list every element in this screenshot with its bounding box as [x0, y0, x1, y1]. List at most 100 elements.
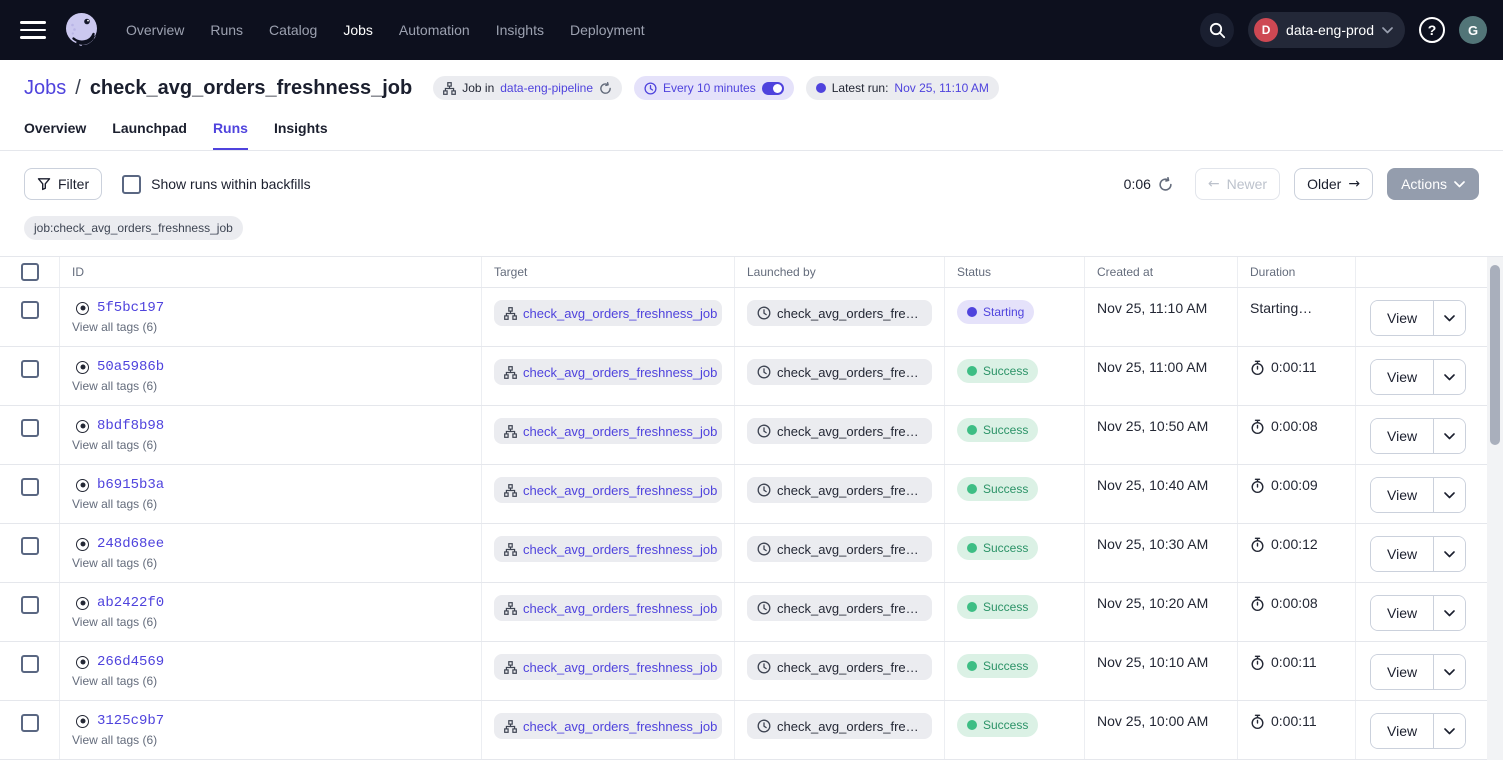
- tab-overview[interactable]: Overview: [24, 120, 86, 150]
- view-button[interactable]: View: [1371, 478, 1433, 512]
- row-checkbox[interactable]: [21, 714, 39, 732]
- run-id-link[interactable]: 266d4569: [97, 654, 164, 670]
- target-pill[interactable]: check_avg_orders_freshness_job: [494, 654, 722, 680]
- target-pill[interactable]: check_avg_orders_freshness_job: [494, 713, 722, 739]
- view-dropdown-button[interactable]: [1433, 478, 1465, 512]
- vertical-scrollbar[interactable]: [1487, 257, 1503, 760]
- view-dropdown-button[interactable]: [1433, 655, 1465, 689]
- duration-value: 0:00:09: [1271, 477, 1318, 493]
- view-dropdown-button[interactable]: [1433, 537, 1465, 571]
- row-checkbox[interactable]: [21, 301, 39, 319]
- target-pill[interactable]: check_avg_orders_freshness_job: [494, 359, 722, 385]
- tab-runs[interactable]: Runs: [213, 120, 248, 150]
- view-all-tags-link[interactable]: View all tags (6): [72, 674, 469, 688]
- view-all-tags-link[interactable]: View all tags (6): [72, 497, 469, 511]
- view-button[interactable]: View: [1371, 537, 1433, 571]
- tab-insights[interactable]: Insights: [274, 120, 328, 150]
- workspace-switcher[interactable]: D data-eng-prod: [1248, 12, 1405, 48]
- row-checkbox[interactable]: [21, 478, 39, 496]
- run-id-link[interactable]: 50a5986b: [97, 359, 164, 375]
- row-checkbox[interactable]: [21, 655, 39, 673]
- duration-cell: 0:00:09: [1238, 465, 1356, 523]
- view-all-tags-link[interactable]: View all tags (6): [72, 379, 469, 393]
- launched-by-pill[interactable]: check_avg_orders_freshn…: [747, 477, 932, 503]
- view-button[interactable]: View: [1371, 301, 1433, 335]
- run-id-link[interactable]: b6915b3a: [97, 477, 164, 493]
- view-dropdown-button[interactable]: [1433, 596, 1465, 630]
- launched-by-pill[interactable]: check_avg_orders_freshn…: [747, 418, 932, 444]
- newer-button[interactable]: ← Newer: [1195, 168, 1280, 200]
- run-id-link[interactable]: 8bdf8b98: [97, 418, 164, 434]
- launched-by-pill[interactable]: check_avg_orders_freshn…: [747, 595, 932, 621]
- launched-by-pill[interactable]: check_avg_orders_freshn…: [747, 654, 932, 680]
- view-button[interactable]: View: [1371, 596, 1433, 630]
- view-button[interactable]: View: [1371, 419, 1433, 453]
- search-button[interactable]: [1200, 13, 1234, 47]
- status-dot: [967, 720, 977, 730]
- breadcrumb-jobs-link[interactable]: Jobs: [24, 77, 66, 100]
- job-filter-tag[interactable]: job:check_avg_orders_freshness_job: [24, 216, 243, 240]
- view-button[interactable]: View: [1371, 655, 1433, 689]
- target-pill[interactable]: check_avg_orders_freshness_job: [494, 536, 722, 562]
- toolbar-right: 0:06 ← Newer Older → Actions: [1124, 168, 1479, 200]
- column-header-actions: [1356, 257, 1487, 287]
- view-button[interactable]: View: [1371, 360, 1433, 394]
- target-pill[interactable]: check_avg_orders_freshness_job: [494, 477, 722, 503]
- view-button[interactable]: View: [1371, 714, 1433, 748]
- view-all-tags-link[interactable]: View all tags (6): [72, 733, 469, 747]
- launched-by-pill[interactable]: check_avg_orders_freshn…: [747, 536, 932, 562]
- target-pill[interactable]: check_avg_orders_freshness_job: [494, 300, 722, 326]
- hamburger-menu-icon[interactable]: [20, 21, 48, 39]
- older-button[interactable]: Older →: [1294, 168, 1373, 200]
- view-dropdown-button[interactable]: [1433, 419, 1465, 453]
- target-pill[interactable]: check_avg_orders_freshness_job: [494, 418, 722, 444]
- nav-item-jobs[interactable]: Jobs: [343, 22, 373, 38]
- nav-item-deployment[interactable]: Deployment: [570, 22, 645, 38]
- nav-item-insights[interactable]: Insights: [496, 22, 544, 38]
- stopwatch-icon: [1250, 478, 1265, 494]
- nav-item-automation[interactable]: Automation: [399, 22, 470, 38]
- run-id-link[interactable]: 5f5bc197: [97, 300, 164, 316]
- run-target-icon: [76, 479, 89, 492]
- schedule-toggle[interactable]: [762, 82, 784, 95]
- tab-launchpad[interactable]: Launchpad: [112, 120, 187, 150]
- row-checkbox[interactable]: [21, 596, 39, 614]
- nav-item-catalog[interactable]: Catalog: [269, 22, 317, 38]
- view-all-tags-link[interactable]: View all tags (6): [72, 615, 469, 629]
- launched-by-pill[interactable]: check_avg_orders_freshn…: [747, 359, 932, 385]
- nav-item-overview[interactable]: Overview: [126, 22, 184, 38]
- refresh-icon[interactable]: [1158, 177, 1173, 192]
- table-row: 3125c9b7 View all tags (6) check_avg_ord…: [0, 701, 1487, 760]
- launched-by-pill[interactable]: check_avg_orders_freshn…: [747, 713, 932, 739]
- scrollbar-thumb[interactable]: [1490, 265, 1500, 445]
- target-pill[interactable]: check_avg_orders_freshness_job: [494, 595, 722, 621]
- run-id-link[interactable]: 3125c9b7: [97, 713, 164, 729]
- run-id-link[interactable]: 248d68ee: [97, 536, 164, 552]
- run-id-link[interactable]: ab2422f0: [97, 595, 164, 611]
- backfills-checkbox[interactable]: [122, 175, 141, 194]
- search-icon: [1209, 22, 1226, 39]
- view-all-tags-link[interactable]: View all tags (6): [72, 438, 469, 452]
- status-badge: Starting: [957, 300, 1034, 324]
- sync-icon[interactable]: [599, 82, 612, 95]
- row-checkbox[interactable]: [21, 360, 39, 378]
- table-row: b6915b3a View all tags (6) check_avg_ord…: [0, 465, 1487, 524]
- view-dropdown-button[interactable]: [1433, 360, 1465, 394]
- nav-item-runs[interactable]: Runs: [210, 22, 243, 38]
- view-all-tags-link[interactable]: View all tags (6): [72, 320, 469, 334]
- latest-run-link[interactable]: Nov 25, 11:10 AM: [894, 81, 989, 95]
- dagster-logo-icon[interactable]: [60, 8, 104, 52]
- view-all-tags-link[interactable]: View all tags (6): [72, 556, 469, 570]
- row-checkbox[interactable]: [21, 419, 39, 437]
- select-all-checkbox[interactable]: [21, 263, 39, 281]
- row-checkbox[interactable]: [21, 537, 39, 555]
- view-dropdown-button[interactable]: [1433, 714, 1465, 748]
- pipeline-link[interactable]: data-eng-pipeline: [500, 81, 593, 95]
- run-target-icon: [76, 302, 89, 315]
- help-button[interactable]: ?: [1419, 17, 1445, 43]
- filter-button[interactable]: Filter: [24, 168, 102, 200]
- user-avatar[interactable]: G: [1459, 16, 1487, 44]
- view-dropdown-button[interactable]: [1433, 301, 1465, 335]
- launched-by-pill[interactable]: check_avg_orders_freshn…: [747, 300, 932, 326]
- actions-button[interactable]: Actions: [1387, 168, 1479, 200]
